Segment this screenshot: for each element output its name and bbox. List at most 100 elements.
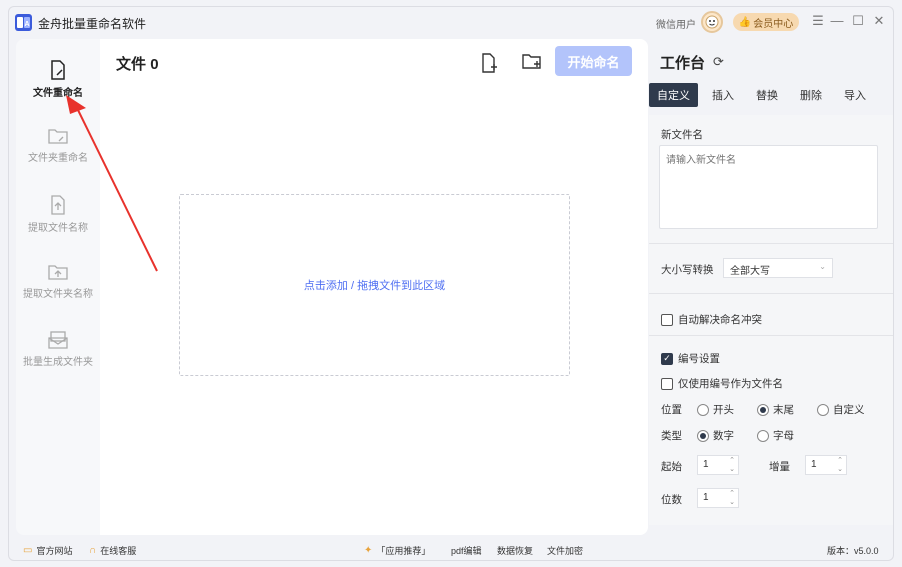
only-number-checkbox[interactable]: 仅使用编号作为文件名 xyxy=(661,376,783,391)
digits-label: 位数 xyxy=(661,494,682,506)
type-label: 类型 xyxy=(661,430,682,442)
radio-unchecked xyxy=(817,403,829,416)
divider xyxy=(649,293,893,294)
start-label: 起始 xyxy=(661,461,682,473)
start-stepper[interactable]: 1 ⌃ ⌄ xyxy=(697,455,739,475)
stepper-arrows-icon[interactable]: ⌃ ⌄ xyxy=(729,489,735,507)
app-recommend-label: 「应用推荐」 xyxy=(376,546,431,556)
case-convert-select[interactable]: 全部大写 ⌄ xyxy=(723,258,833,278)
divider xyxy=(649,335,893,336)
tab-replace[interactable]: 替换 xyxy=(748,83,786,107)
app-logo-icon: A xyxy=(15,14,32,31)
file-dropzone[interactable]: 点击添加 / 拖拽文件到此区域 xyxy=(179,194,570,376)
radio-position-custom[interactable]: 自定义 xyxy=(817,402,865,417)
pdf-edit-link[interactable]: pdf编辑 xyxy=(451,544,482,557)
folder-rename-icon xyxy=(48,129,68,144)
tab-delete[interactable]: 删除 xyxy=(792,83,830,107)
checkmark-icon: ✓ xyxy=(661,352,673,365)
sidebar-item-file-rename[interactable]: 文件重命名 xyxy=(16,60,100,99)
online-service-label: 在线客服 xyxy=(100,546,137,556)
add-file-button[interactable] xyxy=(480,53,500,73)
sidebar-item-extract-foldername[interactable]: 提取文件夹名称 xyxy=(16,263,100,300)
avatar-face-icon xyxy=(705,15,719,29)
sidebar-item-label: 提取文件夹名称 xyxy=(23,289,93,300)
files-label: 文件 xyxy=(116,56,147,73)
minimize-icon[interactable]: — xyxy=(828,12,846,30)
increment-value: 1 xyxy=(811,459,817,470)
new-name-input[interactable] xyxy=(659,145,878,229)
start-rename-button[interactable]: 开始命名 xyxy=(555,46,632,76)
sidebar-item-extract-filename[interactable]: 提取文件名称 xyxy=(16,195,100,234)
digits-stepper[interactable]: 1 ⌃ ⌄ xyxy=(697,488,739,508)
stepper-arrows-icon[interactable]: ⌃ ⌄ xyxy=(837,456,843,474)
refresh-icon[interactable]: ⟳ xyxy=(713,54,724,70)
maximize-icon[interactable]: ☐ xyxy=(849,12,867,30)
radio-label: 数字 xyxy=(713,430,734,442)
radio-type-number[interactable]: 数字 xyxy=(697,428,757,443)
checkbox-unchecked xyxy=(661,313,673,326)
position-radio-group: 位置 开头 末尾 自定义 xyxy=(661,402,865,417)
custom-settings-panel: 新文件名 大小写转换 全部大写 ⌄ 自动解决命名冲突 ✓ 编号设置 仅使用编号作… xyxy=(649,115,893,525)
divider xyxy=(649,243,893,244)
radio-type-letter[interactable]: 字母 xyxy=(757,428,794,443)
new-name-label: 新文件名 xyxy=(661,129,703,141)
official-site-link[interactable]: ▭ 官方网站 xyxy=(23,544,72,557)
numbering-label: 编号设置 xyxy=(678,353,720,365)
menu-icon[interactable]: ☰ xyxy=(809,12,827,30)
data-recovery-link[interactable]: 数据恢复 xyxy=(497,544,533,557)
tab-import[interactable]: 导入 xyxy=(836,83,874,107)
sidebar-item-label: 提取文件名称 xyxy=(28,223,88,234)
auto-resolve-label: 自动解决命名冲突 xyxy=(678,314,762,326)
radio-label: 开头 xyxy=(713,404,734,416)
close-icon[interactable]: ✕ xyxy=(870,12,888,30)
file-encrypt-link[interactable]: 文件加密 xyxy=(547,544,583,557)
sidebar-item-batch-folder[interactable]: 批量生成文件夹 xyxy=(16,331,100,368)
app-title: 金舟批量重命名软件 xyxy=(38,17,147,31)
case-convert-label: 大小写转换 xyxy=(661,264,714,276)
type-radio-group: 类型 数字 字母 xyxy=(661,428,794,443)
user-avatar[interactable] xyxy=(701,11,723,33)
file-list-panel: 文件 0 开始命名 点击添加 / 拖拽文件到此区域 xyxy=(100,39,648,535)
chevron-down-icon: ⌄ xyxy=(819,262,826,271)
sidebar-item-folder-rename[interactable]: 文件夹重命名 xyxy=(16,127,100,164)
radio-position-start[interactable]: 开头 xyxy=(697,402,757,417)
radio-label: 自定义 xyxy=(833,404,865,416)
sidebar-item-label: 文件夹重命名 xyxy=(28,153,88,164)
only-number-label: 仅使用编号作为文件名 xyxy=(678,378,783,390)
title-bar: A 金舟批量重命名软件 微信用户 👍 会员中心 ☰ — ☐ ✕ xyxy=(9,7,893,37)
extract-filename-icon xyxy=(51,195,65,215)
user-name[interactable]: 微信用户 xyxy=(656,16,696,31)
radio-unchecked xyxy=(697,403,709,416)
files-header: 文件 0 xyxy=(116,53,159,74)
tab-custom[interactable]: 自定义 xyxy=(649,83,698,107)
radio-checked xyxy=(697,429,709,442)
auto-resolve-checkbox[interactable]: 自动解决命名冲突 xyxy=(661,312,762,327)
app-window: A 金舟批量重命名软件 微信用户 👍 会员中心 ☰ — ☐ ✕ 文件重命名 文件… xyxy=(8,6,894,561)
stepper-arrows-icon[interactable]: ⌃ ⌄ xyxy=(729,456,735,474)
increment-stepper[interactable]: 1 ⌃ ⌄ xyxy=(805,455,847,475)
tab-insert[interactable]: 插入 xyxy=(704,83,742,107)
vip-center-button[interactable]: 👍 会员中心 xyxy=(733,13,799,31)
add-folder-button[interactable] xyxy=(522,53,542,73)
increment-label: 增量 xyxy=(769,461,790,473)
add-file-icon xyxy=(482,53,497,73)
radio-position-end[interactable]: 末尾 xyxy=(757,402,817,417)
app-recommend-link[interactable]: ✦ 「应用推荐」 xyxy=(364,544,430,557)
official-site-label: 官方网站 xyxy=(36,546,73,556)
dropzone-text: 点击添加 / 拖拽文件到此区域 xyxy=(303,280,446,292)
online-service-link[interactable]: ∩ 在线客服 xyxy=(89,544,136,557)
start-value: 1 xyxy=(703,459,709,470)
radio-label: 字母 xyxy=(773,430,794,442)
batch-folder-icon xyxy=(48,331,68,349)
extract-foldername-icon xyxy=(48,265,68,280)
numbering-checkbox[interactable]: ✓ 编号设置 xyxy=(661,351,720,366)
checkbox-unchecked xyxy=(661,377,673,390)
headset-icon: ∩ xyxy=(89,545,97,556)
version-label: 版本：v5.0.0 xyxy=(827,546,879,556)
workbench-tabs: 自定义 插入 替换 删除 导入 xyxy=(649,83,893,107)
vip-center-label: 会员中心 xyxy=(753,18,794,30)
position-label: 位置 xyxy=(661,404,682,416)
rocket-icon: ✦ xyxy=(364,545,373,556)
files-count: 0 xyxy=(150,56,159,73)
add-folder-icon xyxy=(522,54,541,69)
